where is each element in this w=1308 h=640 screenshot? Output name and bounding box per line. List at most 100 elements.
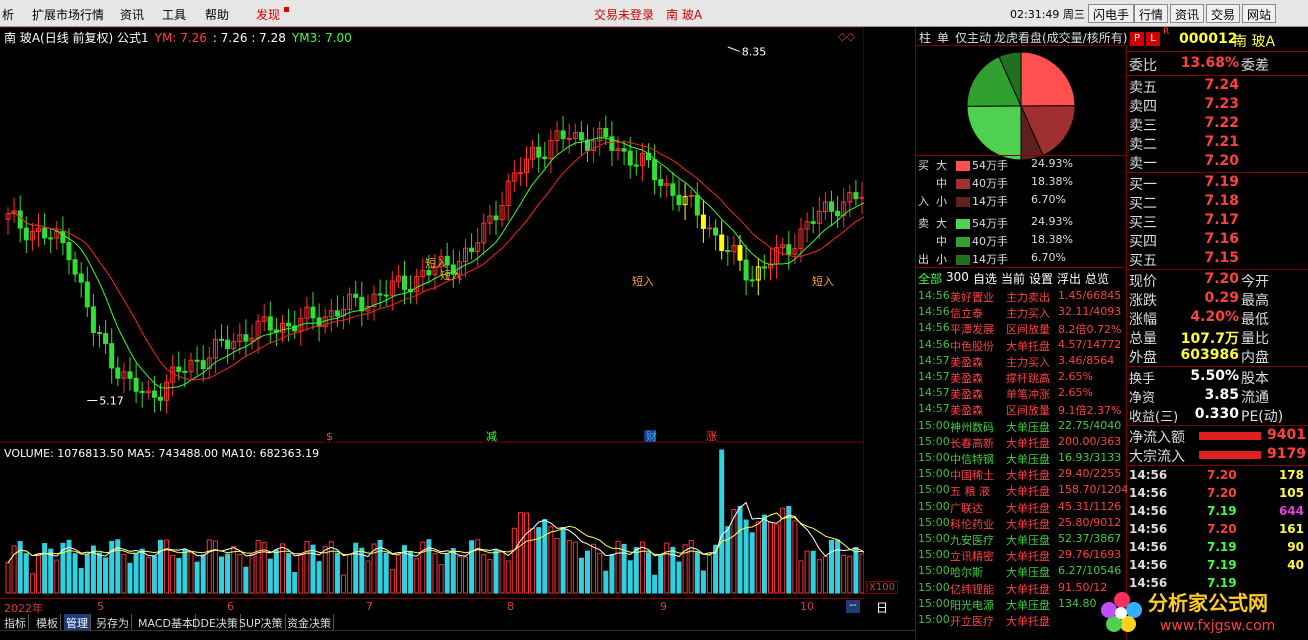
tab-macd[interactable]: MACD基本 <box>136 614 196 630</box>
tab-active-only[interactable]: 仅主动 <box>955 29 991 46</box>
volume-chart[interactable]: 200001500010000 <box>0 443 864 598</box>
tab-bar-chart[interactable]: 柱 <box>919 29 931 46</box>
menu-item-news[interactable]: 资讯 <box>120 6 144 23</box>
tab-orders[interactable]: 单 <box>937 29 949 46</box>
menu-item-help[interactable]: 帮助 <box>205 6 229 23</box>
news-item[interactable]: 15:00 广联达 大单托盘 45.31/1126 <box>916 499 1128 515</box>
news-item[interactable]: 15:00 中国稀土 大单托盘 29.40/2255 <box>916 466 1128 482</box>
news-item[interactable]: 15:00 开立医疗 大单托盘 <box>916 612 1128 628</box>
news-item[interactable]: 15:00 神州数码 大单压盘 22.75/4040 <box>916 418 1128 434</box>
flash-trade-button[interactable]: 闪电手 <box>1088 4 1135 23</box>
tab-save-as[interactable]: 另存为 <box>94 614 132 630</box>
book-price: 7.16 <box>1204 231 1239 247</box>
quotes-button[interactable]: 行情 <box>1134 4 1169 23</box>
ask-level[interactable]: 卖五 7.24 <box>1127 77 1308 96</box>
menu-item-tools[interactable]: 工具 <box>162 6 186 23</box>
news-item[interactable]: 14:56 信立泰 主力买入 32.11/4093 <box>916 304 1128 320</box>
news-item[interactable]: 14:57 美盈森 主力买入 3.46/8564 <box>916 353 1128 369</box>
menu-item-analysis[interactable]: 析 <box>2 6 14 23</box>
news-item[interactable]: 15:00 科伦药业 大单托盘 25.80/9012 <box>916 515 1128 531</box>
kline-chart[interactable]: 8.007.757.507.257.006.756.506.255.755.50… <box>0 27 864 443</box>
news-value: 4.57/14772 <box>1058 337 1122 351</box>
news-time: 14:56 <box>918 289 950 302</box>
bid-level[interactable]: 买一 7.19 <box>1127 174 1308 193</box>
scroll-arrow-icon[interactable]: -- <box>846 600 860 613</box>
candle-body <box>115 367 121 379</box>
news-item[interactable]: 14:57 美盈森 区间放量 9.1倍2.37% <box>916 401 1128 417</box>
filter-current[interactable]: 当前 <box>1001 270 1025 287</box>
bid-level[interactable]: 买二 7.18 <box>1127 193 1308 212</box>
candle-body <box>78 273 84 283</box>
filter-overview[interactable]: 总览 <box>1085 270 1109 287</box>
news-event: 大单托盘 <box>1006 469 1050 483</box>
news-event: 区间放量 <box>1006 404 1050 418</box>
tab-manage[interactable]: 管理 <box>64 614 91 630</box>
news-time: 14:57 <box>918 386 950 400</box>
news-item[interactable]: 15:00 哈尔斯 大单压盘 6.27/10546 <box>916 563 1128 579</box>
login-status[interactable]: 交易未登录 <box>594 6 654 23</box>
news-time: 15:00 <box>918 451 950 464</box>
news-item[interactable]: 15:00 五 粮 液 大单托盘 158.70/1204 <box>916 482 1128 498</box>
ask-level[interactable]: 卖三 7.22 <box>1127 115 1308 134</box>
trade-button[interactable]: 交易 <box>1206 4 1241 23</box>
news-item[interactable]: 15:00 九安医疗 大单压盘 52.37/3867 <box>916 531 1128 547</box>
news-item[interactable]: 14:57 美盈森 撑杆跳高 2.65% <box>916 369 1128 385</box>
ask-level[interactable]: 卖一 7.20 <box>1127 153 1308 172</box>
candle-body <box>243 334 249 342</box>
tab-sup[interactable]: SUP决策 <box>237 614 286 630</box>
news-item[interactable]: 14:57 美盈森 单笔冲涨 2.65% <box>916 385 1128 401</box>
filter-watchlist[interactable]: 自选 <box>973 270 997 287</box>
news-event: 大单压盘 <box>1006 420 1050 434</box>
l-badge-icon[interactable]: L <box>1146 32 1160 46</box>
news-item[interactable]: 15:00 长春高新 大单托盘 200.00/363 <box>916 434 1128 450</box>
bid-level[interactable]: 买四 7.16 <box>1127 231 1308 250</box>
tab-indicator[interactable]: 指标 <box>2 614 29 630</box>
ask-level[interactable]: 卖四 7.23 <box>1127 96 1308 115</box>
volume-bar <box>408 551 414 594</box>
news-item[interactable]: 15:00 阳光电源 大单压盘 134.80 <box>916 596 1128 612</box>
candle-body <box>310 306 316 319</box>
filter-all[interactable]: 全部 <box>918 270 942 287</box>
news-value: 2.65% <box>1058 370 1093 383</box>
flow-row: 入小 14万手 6.70% <box>916 193 1128 211</box>
tab-dde[interactable]: DDE决策 <box>190 614 241 630</box>
news-item[interactable]: 15:00 立讯精密 大单托盘 29.76/1693 <box>916 547 1128 563</box>
news-filter-bar: 全部 300 自选 当前 设置 浮出 总览 <box>916 269 1128 287</box>
site-watermark: 分析家公式网 www.fxjgsw.com <box>1101 591 1275 634</box>
flow-pct: 6.70% <box>1031 193 1066 206</box>
filter-settings[interactable]: 设置 <box>1029 270 1053 287</box>
volume-bar <box>176 557 182 594</box>
candle-body <box>225 339 231 350</box>
volume-bar <box>719 449 725 594</box>
fund-flow-label: 净流入额 <box>1129 430 1185 446</box>
tab-dragon-tiger[interactable]: 龙虎看盘(成交量/核所有) <box>994 29 1127 46</box>
news-item[interactable]: 14:56 平潭发展 区间放量 8.2倍0.72% <box>916 320 1128 336</box>
news-item[interactable]: 14:56 中色股份 大单托盘 4.57/14772 <box>916 337 1128 353</box>
filter-300[interactable]: 300 <box>946 270 969 284</box>
menu-item-extended-market[interactable]: 扩展市场行情 <box>32 6 104 23</box>
bid-level[interactable]: 买五 7.15 <box>1127 250 1308 269</box>
tab-template[interactable]: 模板 <box>34 614 61 630</box>
news-event: 大单托盘 <box>1006 550 1050 564</box>
bid-level[interactable]: 买三 7.17 <box>1127 212 1308 231</box>
candle-body <box>761 266 767 269</box>
tab-fund[interactable]: 资金决策 <box>285 614 334 630</box>
news-value: 52.37/3867 <box>1058 532 1122 545</box>
candle-body <box>158 396 163 401</box>
news-button[interactable]: 资讯 <box>1170 4 1205 23</box>
website-button[interactable]: 网站 <box>1242 4 1277 23</box>
stat-label: 收益(三) <box>1129 410 1179 425</box>
candle-body <box>835 210 841 217</box>
filter-float[interactable]: 浮出 <box>1057 270 1081 287</box>
p-badge-icon[interactable]: P <box>1130 32 1144 46</box>
chart-toggle-icon[interactable]: ◇◇ <box>838 30 855 43</box>
candle-body <box>725 249 731 253</box>
candle-body <box>176 366 182 372</box>
menu-item-discover[interactable]: 发现 <box>256 6 280 23</box>
ask-level[interactable]: 卖二 7.21 <box>1127 134 1308 153</box>
news-item[interactable]: 15:00 中信特钢 大单压盘 16.93/3133 <box>916 450 1128 466</box>
book-price: 7.22 <box>1204 115 1239 131</box>
tick-volume: 90 <box>1287 540 1304 554</box>
news-item[interactable]: 14:56 美好置业 主力卖出 1.45/66845 <box>916 288 1128 304</box>
news-item[interactable]: 15:00 亿纬锂能 大单托盘 91.50/12 <box>916 580 1128 596</box>
